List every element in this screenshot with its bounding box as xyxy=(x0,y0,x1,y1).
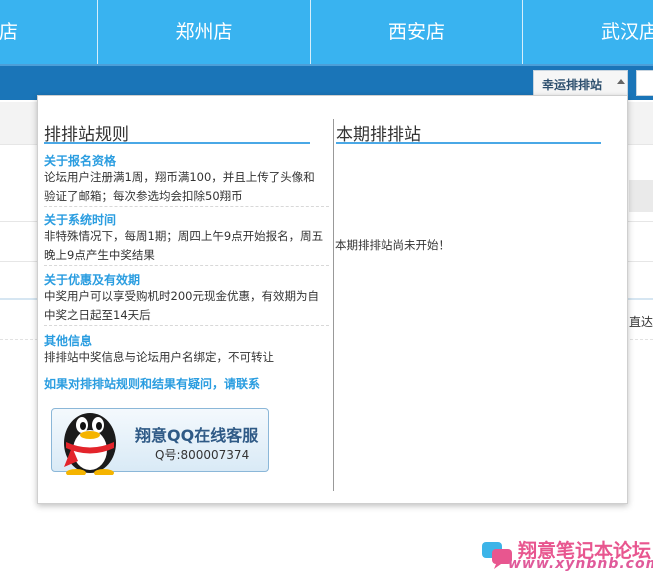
current-status-message: 本期排排站尚未开始！ xyxy=(335,238,450,252)
section-separator xyxy=(44,325,329,326)
section-title-schedule: 关于系统时间 xyxy=(44,213,117,227)
rules-heading-underline xyxy=(44,142,310,144)
section-body-discount: 中奖用户可以享受购机时200元现金优惠，有效期为自中奖之日起至14天后 xyxy=(44,289,319,322)
city-tab-wuhan[interactable]: 武汉店 xyxy=(523,0,653,64)
bg-side-box xyxy=(629,180,653,212)
qq-penguin-icon xyxy=(64,413,116,475)
section-title-discount: 关于优惠及有效期 xyxy=(44,273,141,287)
city-tab-zhengzhou[interactable]: 郑州店 xyxy=(98,0,311,64)
section-separator xyxy=(44,265,329,266)
lucky-queue-tab[interactable]: 幸运排排站 xyxy=(533,70,628,96)
contact-prompt: 如果对排排站规则和结果有疑问，请联系 xyxy=(44,377,261,391)
column-divider xyxy=(333,119,334,491)
qq-support-button[interactable]: 翔意QQ在线客服 Q号:800007374 xyxy=(51,408,269,475)
section-title-eligibility: 关于报名资格 xyxy=(44,154,117,168)
lucky-queue-popup: 排排站规则 本期排排站 关于报名资格 论坛用户注册满1周，翔币满100，并且上传… xyxy=(37,95,628,504)
watermark-url: www.xynbnb.com xyxy=(508,556,653,572)
section-body-other: 排排站中奖信息与论坛用户名绑定，不可转让 xyxy=(44,350,274,364)
current-heading-underline xyxy=(336,142,601,144)
section-body-schedule: 非特殊情况下，每周1期；周四上午9点开始报名，周五晚上9点产生中奖结果 xyxy=(44,229,324,262)
section-separator xyxy=(44,206,329,207)
caret-up-icon xyxy=(617,79,625,84)
section-title-other: 其他信息 xyxy=(44,334,93,348)
city-tab-xian[interactable]: 西安店 xyxy=(311,0,523,64)
qq-support-title: 翔意QQ在线客服 xyxy=(135,426,259,445)
city-tab-partial[interactable]: 店 xyxy=(0,0,98,64)
side-tab[interactable] xyxy=(636,70,653,96)
qq-number: Q号:800007374 xyxy=(155,448,250,462)
city-nav: 店 郑州店 西安店 武汉店 xyxy=(0,0,653,64)
lucky-queue-tab-label: 幸运排排站 xyxy=(542,78,603,92)
section-body-eligibility: 论坛用户注册满1周，翔币满100，并且上传了头像和验证了邮箱；每次参选均会扣除5… xyxy=(44,170,315,203)
bg-partial-text: 直达 xyxy=(629,315,653,329)
page: 店 郑州店 西安店 武汉店 幸运排排站 直达 排排站规则 本期排排站 关于报名资… xyxy=(0,0,653,573)
site-watermark: 翔意笔记本论坛 www.xynbnb.com xyxy=(480,536,653,573)
